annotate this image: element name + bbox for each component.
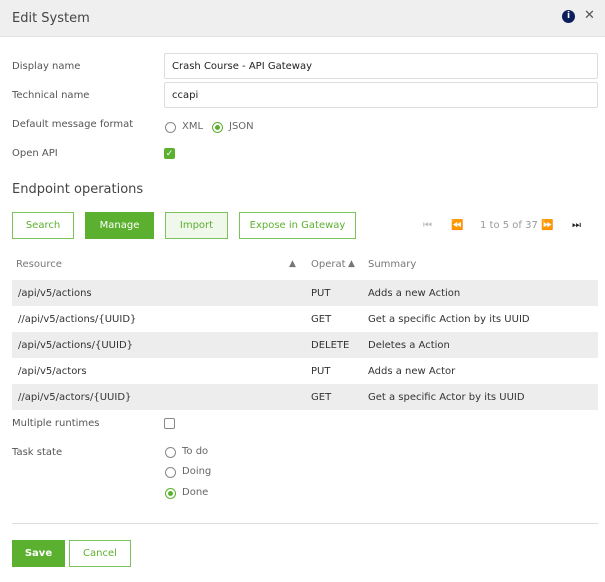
- dialog-title: Edit System: [12, 11, 90, 26]
- summary-cell: Deletes a Action: [368, 340, 450, 351]
- sort-asc-icon[interactable]: ▲: [289, 259, 296, 269]
- resource-cell: /api/v5/actions: [18, 288, 92, 299]
- endpoint-operations-title: Endpoint operations: [12, 182, 144, 197]
- json-radio[interactable]: [212, 122, 223, 133]
- summary-cell: Get a specific Action by its UUID: [368, 314, 530, 325]
- display-name-label: Display name: [12, 61, 81, 72]
- operation-cell: PUT: [311, 366, 331, 377]
- save-button[interactable]: Save: [12, 540, 65, 567]
- resource-cell: /api/v5/actors: [18, 366, 87, 377]
- previous-page-icon[interactable]: ⏪: [451, 220, 463, 231]
- expose-in-gateway-button[interactable]: Expose in Gateway: [239, 212, 356, 239]
- todo-radio[interactable]: [165, 447, 176, 458]
- open-api-checkbox[interactable]: ✓: [164, 148, 175, 159]
- table-row[interactable]: /api/v5/actions/{UUID} DELETE Deletes a …: [12, 332, 598, 358]
- resource-cell: //api/v5/actions/{UUID}: [18, 314, 137, 325]
- manage-button[interactable]: Manage: [85, 212, 154, 239]
- table-row[interactable]: /api/v5/actors PUT Adds a new Actor: [12, 358, 598, 384]
- import-button[interactable]: Import: [165, 212, 228, 239]
- xml-radio[interactable]: [165, 122, 176, 133]
- summary-cell: Get a specific Actor by its UUID: [368, 392, 525, 403]
- open-api-label: Open API: [12, 148, 58, 159]
- close-icon[interactable]: ✕: [584, 8, 595, 23]
- multiple-runtimes-label: Multiple runtimes: [12, 418, 100, 429]
- info-icon[interactable]: i: [562, 10, 575, 23]
- resource-cell: //api/v5/actors/{UUID}: [18, 392, 132, 403]
- table-row[interactable]: /api/v5/actions PUT Adds a new Action: [12, 280, 598, 306]
- doing-radio[interactable]: [165, 467, 176, 478]
- doing-radio-label: Doing: [182, 466, 212, 477]
- resource-cell: /api/v5/actions/{UUID}: [18, 340, 134, 351]
- cancel-button[interactable]: Cancel: [69, 540, 131, 567]
- done-radio[interactable]: [165, 488, 176, 499]
- display-name-input[interactable]: [164, 53, 598, 79]
- first-page-icon[interactable]: ⏮: [423, 220, 432, 231]
- xml-radio-label: XML: [182, 121, 204, 132]
- column-header-operation[interactable]: Operat: [311, 259, 346, 270]
- summary-cell: Adds a new Action: [368, 288, 461, 299]
- operation-cell: GET: [311, 392, 332, 403]
- multiple-runtimes-checkbox[interactable]: [164, 418, 175, 429]
- technical-name-input[interactable]: [164, 82, 598, 108]
- operation-cell: DELETE: [311, 340, 350, 351]
- operation-cell: GET: [311, 314, 332, 325]
- pager-text: 1 to 5 of 37: [480, 220, 538, 231]
- json-radio-label: JSON: [229, 121, 254, 132]
- divider: [12, 523, 598, 524]
- task-state-label: Task state: [12, 447, 63, 458]
- sort-asc-icon[interactable]: ▲: [348, 259, 355, 269]
- todo-radio-label: To do: [182, 446, 209, 457]
- dialog-header: Edit System i ✕: [0, 0, 605, 37]
- technical-name-label: Technical name: [12, 90, 90, 101]
- table-row[interactable]: //api/v5/actors/{UUID} GET Get a specifi…: [12, 384, 598, 410]
- next-page-icon[interactable]: ⏩: [541, 220, 553, 231]
- column-header-summary[interactable]: Summary: [368, 259, 416, 270]
- table-row[interactable]: //api/v5/actions/{UUID} GET Get a specif…: [12, 306, 598, 332]
- last-page-icon[interactable]: ⏭: [572, 220, 581, 231]
- message-format-label: Default message format: [12, 119, 134, 130]
- operation-cell: PUT: [311, 288, 331, 299]
- search-button[interactable]: Search: [12, 212, 74, 239]
- column-header-resource[interactable]: Resource: [16, 259, 62, 270]
- summary-cell: Adds a new Actor: [368, 366, 456, 377]
- done-radio-label: Done: [182, 487, 209, 498]
